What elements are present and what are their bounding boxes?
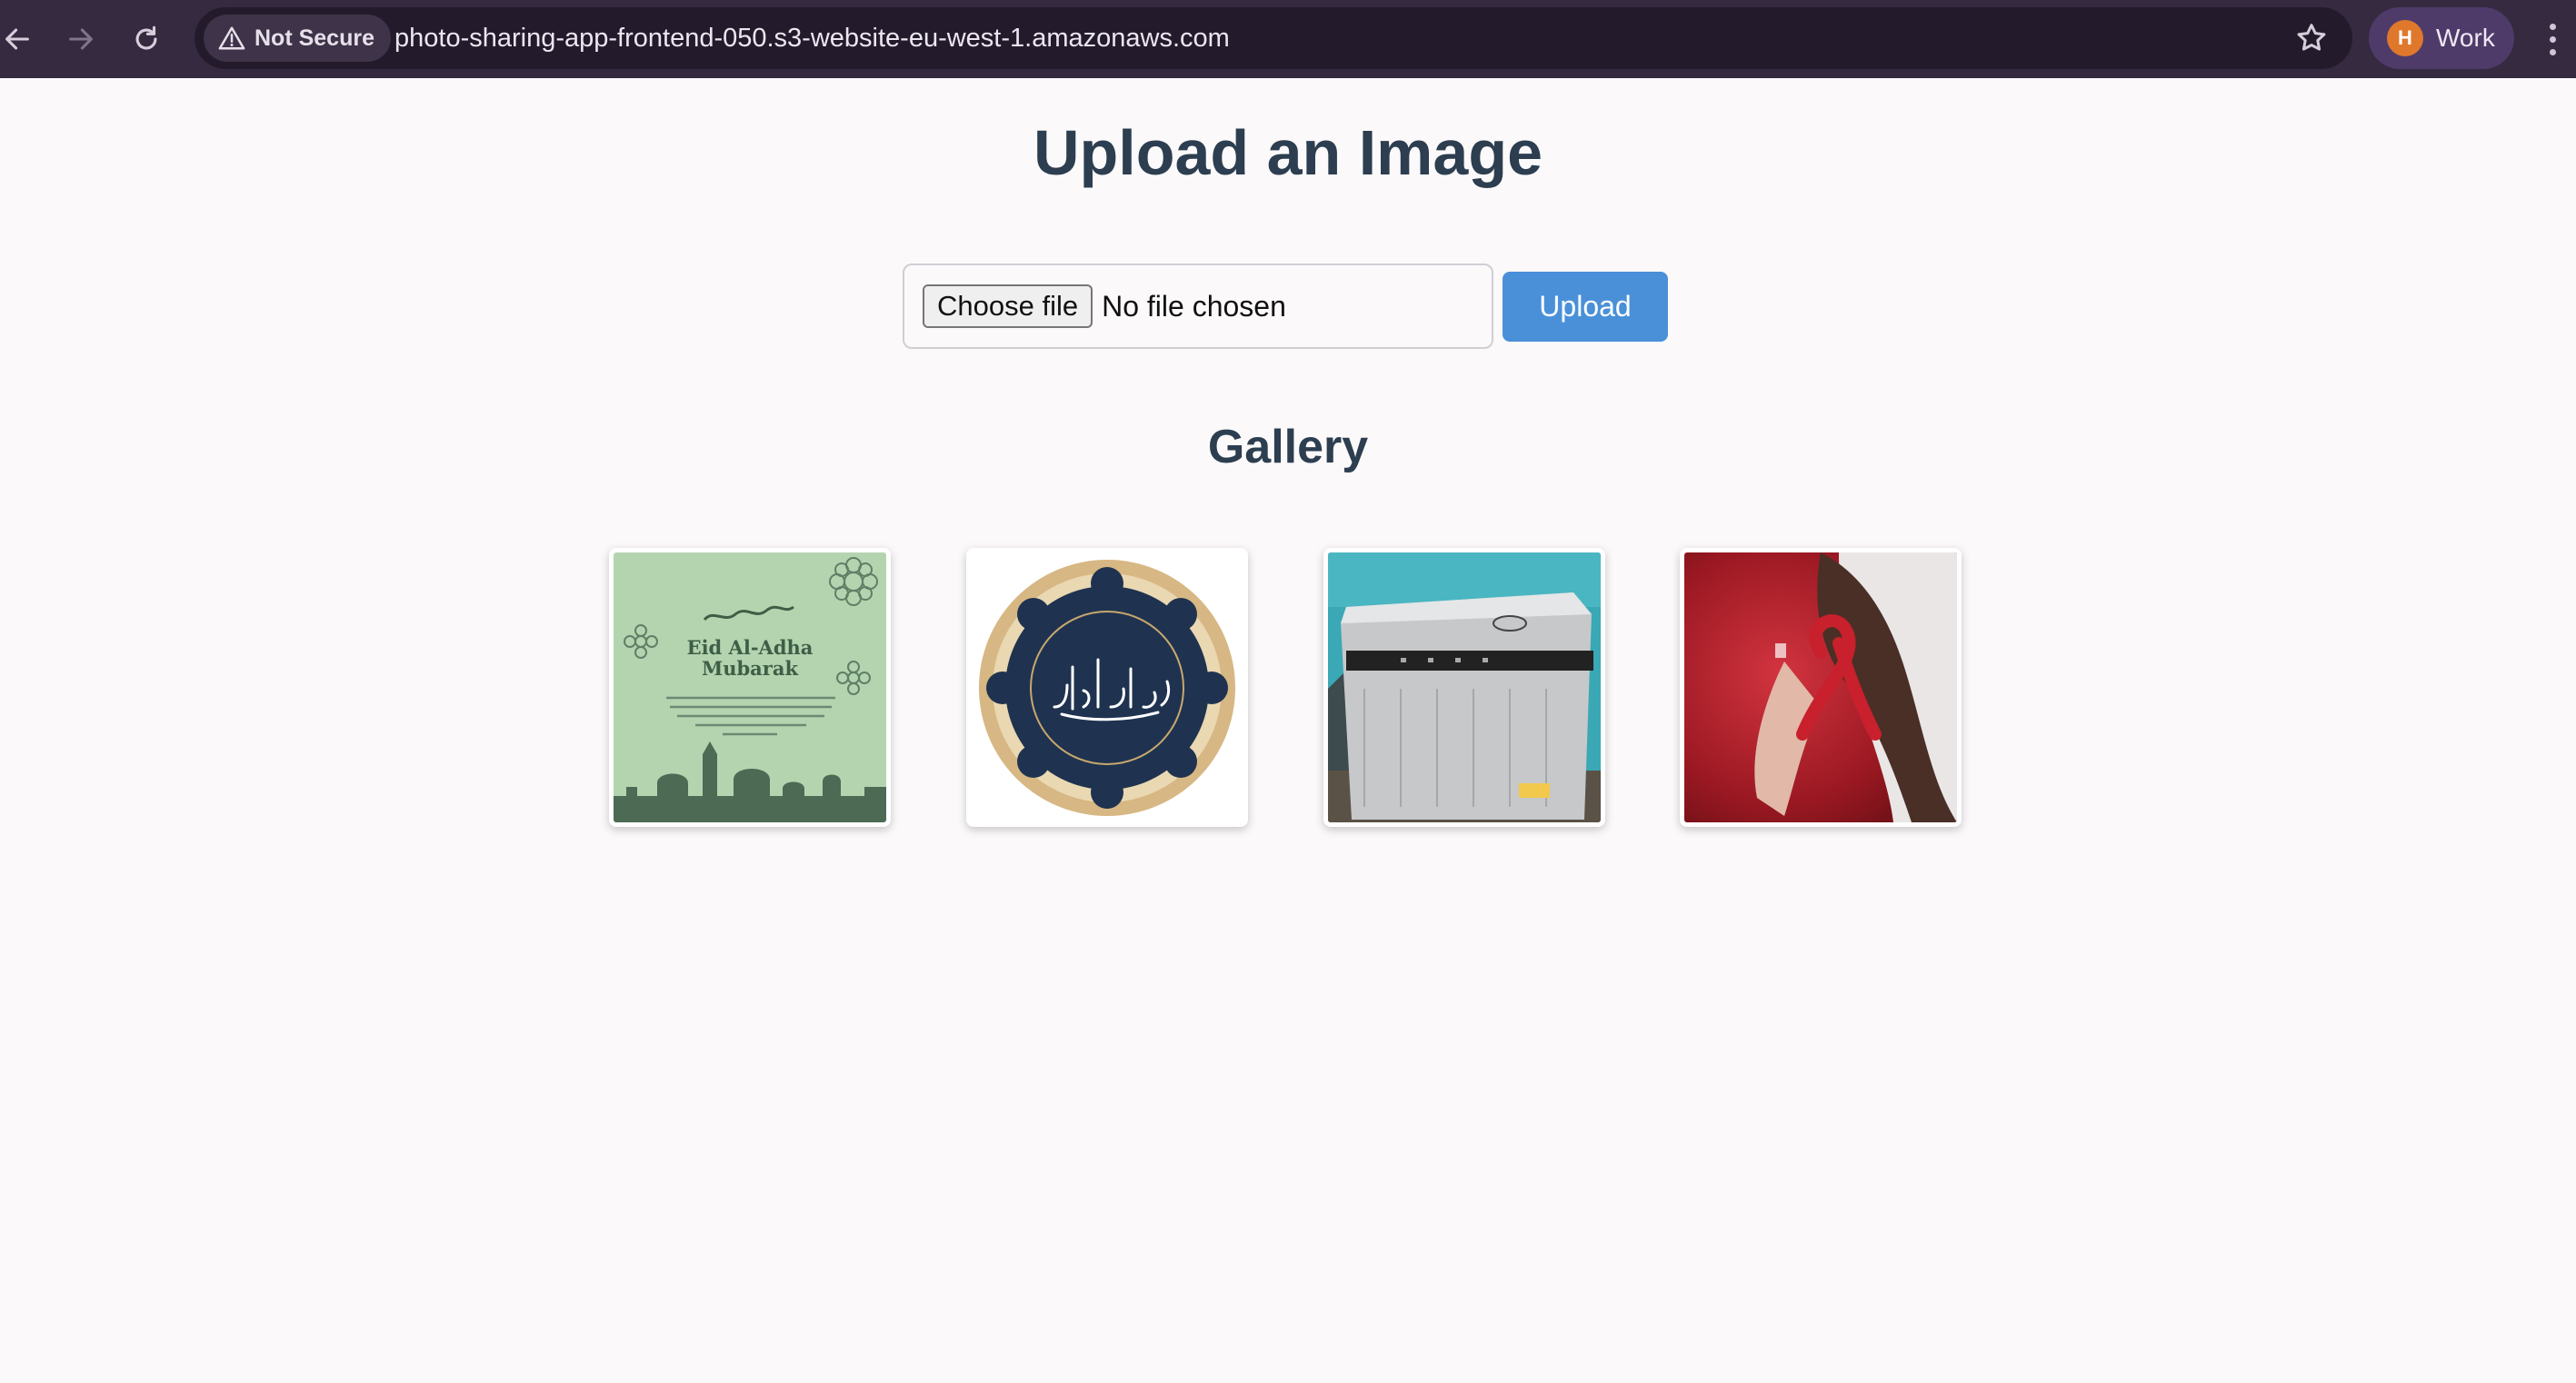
url-text[interactable]: photo-sharing-app-frontend-050.s3-websit… [394,7,1230,69]
star-icon [2297,24,2326,51]
back-button[interactable] [0,13,44,65]
security-label: Not Secure [255,25,374,51]
file-status: No file chosen [1102,289,1286,323]
reload-icon [135,25,157,50]
dishwasher-image[interactable] [1323,548,1605,827]
avatar: H [2387,20,2423,56]
eid-card-image[interactable]: Eid Al-Adha Mubarak [609,548,891,827]
address-bar[interactable]: Not Secure photo-sharing-app-frontend-05… [195,7,2352,69]
bookmark-button[interactable] [2294,21,2329,55]
more-menu-button[interactable] [2536,18,2569,60]
security-chip[interactable]: Not Secure [204,15,391,62]
gallery-title: Gallery [1207,421,1369,473]
more-icon [2549,23,2556,55]
choose-file-button[interactable]: Choose file [923,284,1093,328]
warning-icon [218,26,245,50]
browser-toolbar: Not Secure photo-sharing-app-frontend-05… [0,0,2576,78]
red-ribbon-image[interactable] [1680,548,1962,827]
reload-button[interactable] [120,13,173,65]
quran-calligraphy-image[interactable] [966,548,1248,827]
profile-button[interactable]: H Work [2369,7,2514,69]
eid-card-heading: Eid Al-Adha [687,636,814,659]
forward-button[interactable] [55,13,107,65]
back-icon [5,28,29,50]
page-title: Upload an Image [1033,117,1543,188]
upload-button[interactable]: Upload [1503,272,1668,342]
profile-name: Work [2436,24,2495,52]
eid-card-subheading: Mubarak [702,657,798,680]
file-input[interactable]: Choose file No file chosen [903,264,1493,349]
forward-icon [69,28,93,50]
